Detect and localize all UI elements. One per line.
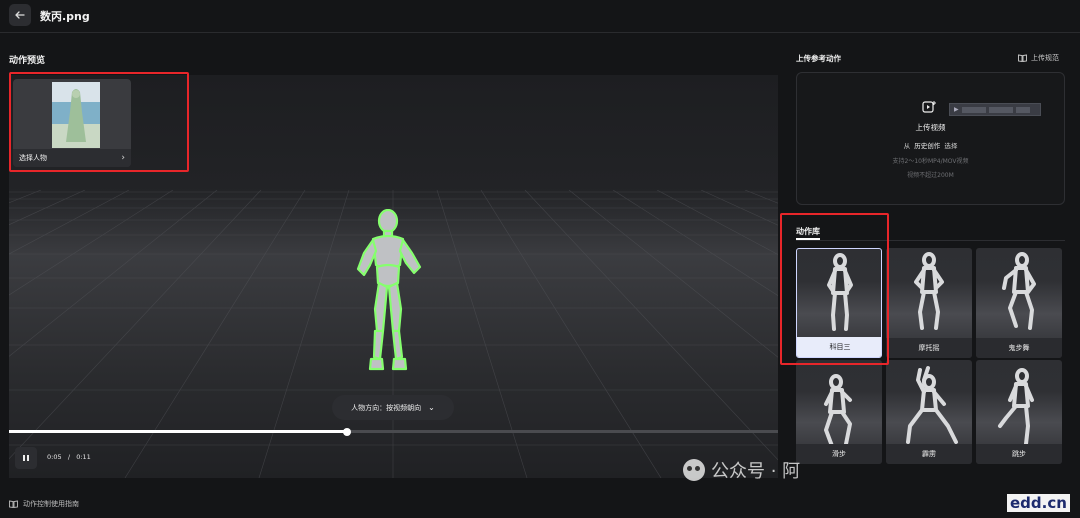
orientation-dropdown[interactable]: 人物方向：按视频朝向 ⌄ <box>332 395 454 420</box>
pause-icon <box>23 455 29 461</box>
arrow-left-icon <box>15 11 25 19</box>
current-time: 0:05 <box>47 453 62 461</box>
orientation-label: 人物方向：按视频朝向 <box>351 403 422 412</box>
timeline-handle[interactable] <box>343 427 352 436</box>
book-icon <box>1018 54 1027 62</box>
time-separator: / <box>67 453 71 461</box>
book-icon <box>9 500 18 508</box>
motion-thumbnail-figure <box>906 366 958 444</box>
playback-timeline[interactable] <box>9 427 778 436</box>
motion-card-label: 鬼步舞 <box>976 338 1062 358</box>
overlay-strip: ▶ <box>949 103 1041 116</box>
motion-card-label: 科目三 <box>797 337 881 357</box>
motion-preview-viewport[interactable]: 选择人物 › 人物方向：按视频朝向 ⌄ 0:05 / 0:11 <box>9 75 778 478</box>
motion-thumbnail-figure <box>1002 252 1036 330</box>
motion-thumbnail-figure <box>824 374 852 448</box>
motion-card[interactable]: 跳步 <box>976 360 1062 464</box>
motion-guide-link[interactable]: 动作控制使用指南 <box>9 499 79 509</box>
history-link[interactable]: 历史创作 <box>914 142 940 150</box>
motion-card-label: 霹雳 <box>886 444 972 464</box>
upload-reference-title: 上传参考动作 <box>796 54 841 63</box>
from-prefix: 从 <box>903 142 911 150</box>
page-title: 数丙.png <box>40 10 90 23</box>
total-time: 0:11 <box>76 453 91 461</box>
tab-motion-library[interactable]: 动作库 <box>796 226 820 237</box>
motion-thumbnail-figure <box>827 253 853 331</box>
tab-divider <box>796 240 1065 241</box>
upload-format-note: 支持2～10秒MP4/MOV视频 <box>892 158 969 165</box>
video-upload-dropzone[interactable]: ▶ 上传视频 从 历史创作 选择 支持2～10秒MP4/MOV视频 视频不超过2… <box>796 72 1065 205</box>
motion-card-label: 摩托摇 <box>886 338 972 358</box>
play-icon: ▶ <box>954 106 959 113</box>
chevron-down-icon: ⌄ <box>428 403 435 412</box>
upload-video-label: 上传视频 <box>915 123 946 132</box>
motion-thumbnail-figure <box>998 368 1034 446</box>
chevron-right-icon: › <box>121 153 125 163</box>
motion-card-label: 跳步 <box>976 444 1062 464</box>
motion-card[interactable]: 霹雳 <box>886 360 972 464</box>
motion-thumbnail-figure <box>914 252 944 330</box>
motion-card[interactable]: 科目三 <box>796 248 882 358</box>
time-readout: 0:05 / 0:11 <box>47 453 91 461</box>
character-thumbnail <box>52 82 100 148</box>
watermark-site: edd.cn <box>1007 494 1070 512</box>
upload-from-history: 从 历史创作 选择 <box>797 140 1064 150</box>
timeline-progress <box>9 430 348 433</box>
video-upload-icon <box>922 101 936 113</box>
select-character-card[interactable]: 选择人物 › <box>13 79 131 167</box>
back-button[interactable] <box>9 4 31 26</box>
from-suffix: 选择 <box>944 142 958 150</box>
motion-card-label: 滑步 <box>796 444 882 464</box>
watermark: 公众号 · 阿 <box>683 457 800 483</box>
upload-size-note: 视频不超过200M <box>907 172 954 179</box>
select-character-label: 选择人物 <box>19 154 47 162</box>
select-character-bar[interactable]: 选择人物 › <box>13 149 131 167</box>
mannequin-figure[interactable] <box>346 209 430 375</box>
motion-card[interactable]: 摩托摇 <box>886 248 972 358</box>
wechat-icon <box>683 459 705 481</box>
motion-guide-label: 动作控制使用指南 <box>23 500 79 508</box>
upload-spec-label: 上传规范 <box>1031 54 1059 62</box>
upload-spec-link[interactable]: 上传规范 <box>1018 53 1059 63</box>
motion-card[interactable]: 鬼步舞 <box>976 248 1062 358</box>
preview-section-title: 动作预览 <box>9 56 46 66</box>
top-bar: 数丙.png <box>0 0 1080 33</box>
motion-card[interactable]: 滑步 <box>796 360 882 464</box>
watermark-text: 公众号 · 阿 <box>711 461 801 482</box>
pause-button[interactable] <box>15 447 37 469</box>
